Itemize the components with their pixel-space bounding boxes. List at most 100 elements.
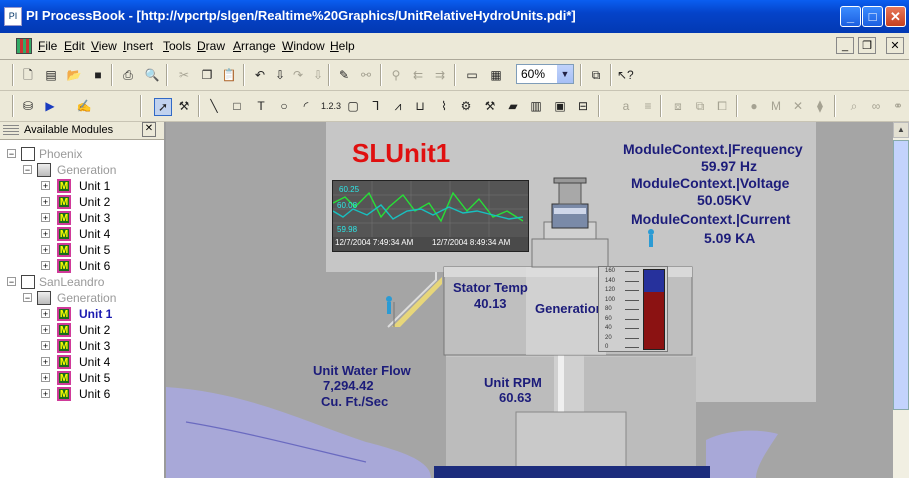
color-icon[interactable]: ●: [746, 98, 762, 114]
format-painter-icon[interactable]: ✎: [336, 67, 352, 83]
panel-close-button[interactable]: ✕: [142, 122, 156, 137]
grid-icon[interactable]: ▦: [488, 67, 504, 83]
tree-item-folder-generation[interactable]: − Generation: [0, 162, 164, 178]
tree-item-unit[interactable]: + M Unit 6: [0, 258, 164, 274]
hammer-icon[interactable]: ⚒: [176, 98, 192, 114]
flip-icon[interactable]: ✕: [790, 98, 806, 114]
link-icon[interactable]: ⚭: [890, 98, 906, 114]
tree-item-unit-selected[interactable]: + M Unit 1: [0, 306, 164, 322]
menu-file[interactable]: File: [38, 39, 57, 53]
print-preview-icon[interactable]: 🔍: [144, 67, 160, 83]
document-icon[interactable]: [16, 38, 32, 54]
print-icon[interactable]: ⎙: [120, 67, 136, 83]
rectangle-tool-icon[interactable]: □: [229, 98, 245, 114]
zoom-tool-icon[interactable]: ⌕: [846, 98, 862, 114]
rounded-rect-tool-icon[interactable]: ▢: [345, 98, 361, 114]
close-button[interactable]: ✕: [885, 6, 906, 27]
find-icon[interactable]: ⚯: [358, 67, 374, 83]
build-icon[interactable]: ⚲: [388, 67, 404, 83]
multistate-icon[interactable]: M: [768, 98, 784, 114]
ungroup-icon[interactable]: ⧉: [692, 98, 708, 114]
connect-icon[interactable]: ⇉: [432, 67, 448, 83]
frequency-trend[interactable]: 60.25 60.08 59.98 12/7/2004 7:49:34 AM 1…: [332, 180, 529, 252]
select-arrow-icon[interactable]: ➚: [154, 98, 172, 116]
tree-item-unit[interactable]: + M Unit 2: [0, 322, 164, 338]
gauge-tick-mark: [625, 309, 639, 310]
save-icon[interactable]: ■: [90, 67, 106, 83]
step-tool-icon[interactable]: ⊔: [412, 98, 428, 114]
binoculars-icon[interactable]: ∞: [868, 98, 884, 114]
menu-help[interactable]: Help: [330, 39, 355, 53]
copy-icon[interactable]: ❐: [199, 67, 215, 83]
tools-icon[interactable]: ⚒: [482, 98, 498, 114]
tree-item-unit[interactable]: + M Unit 6: [0, 386, 164, 402]
mdi-restore-button[interactable]: ❐: [858, 37, 876, 54]
tree-item-unit[interactable]: + M Unit 3: [0, 210, 164, 226]
table-tool-icon[interactable]: ▣: [552, 98, 568, 114]
vertical-scrollbar[interactable]: ▲: [893, 122, 909, 478]
menu-tools[interactable]: Tools: [163, 39, 191, 53]
help-pointer-icon[interactable]: ↖?: [617, 67, 634, 83]
connector-tool-icon[interactable]: ⅂: [368, 98, 384, 114]
drawing-toolbar: ⛁ ▶ ✍ ➚ ⚒ ╲ □ T ○ ◜ 1.2.3 ▢ ⅂ ⩘ ⊔ ⌇ ⚙ ⚒ …: [0, 91, 909, 122]
tree-item-unit[interactable]: + M Unit 4: [0, 226, 164, 242]
display-canvas[interactable]: 60.25 60.08 59.98 12/7/2004 7:49:34 AM 1…: [166, 122, 893, 478]
regroup-icon[interactable]: ⧠: [714, 98, 730, 114]
open-icon[interactable]: 📂: [66, 67, 82, 83]
run-icon[interactable]: ▶: [42, 98, 58, 114]
button-tool-icon[interactable]: ⊟: [575, 98, 591, 114]
tree-item-unit[interactable]: + M Unit 3: [0, 338, 164, 354]
tree-item-folder-generation[interactable]: − Generation: [0, 290, 164, 306]
symbol-library-icon[interactable]: ⚙: [458, 98, 474, 114]
redo-list-icon[interactable]: ⇩: [310, 67, 326, 83]
menu-arrange[interactable]: Arrange: [233, 39, 276, 53]
maximize-button[interactable]: □: [862, 6, 883, 27]
font-icon[interactable]: a: [618, 98, 634, 114]
undo-icon[interactable]: ↶: [252, 67, 268, 83]
scroll-thumb[interactable]: [893, 140, 909, 410]
menu-draw[interactable]: Draw: [197, 39, 225, 53]
tree-item-unit[interactable]: + M Unit 2: [0, 194, 164, 210]
arc-tool-icon[interactable]: ◜: [298, 98, 314, 114]
group-icon[interactable]: ⧈: [670, 98, 686, 114]
new-from-template-icon[interactable]: ▤: [43, 67, 59, 83]
ellipse-tool-icon[interactable]: ○: [276, 98, 292, 114]
new-icon[interactable]: 🗋: [20, 67, 36, 83]
paste-icon[interactable]: 📋: [221, 67, 237, 83]
menu-insert[interactable]: Insert: [123, 39, 153, 53]
tree-item-server-phoenix[interactable]: − Phoenix: [0, 146, 164, 162]
layout-icon[interactable]: ▭: [464, 67, 480, 83]
dataset-icon[interactable]: ⛁: [20, 98, 36, 114]
tree-item-unit[interactable]: + M Unit 5: [0, 242, 164, 258]
scroll-up-icon[interactable]: ▲: [893, 122, 909, 138]
edit-mode-icon[interactable]: ✍: [76, 98, 92, 114]
text-tool-icon[interactable]: T: [253, 98, 269, 114]
minimize-button[interactable]: _: [840, 6, 861, 27]
title-bar: PI PI ProcessBook - [http://vpcrtp/slgen…: [0, 0, 909, 33]
value-tool-icon[interactable]: 1.2.3: [321, 98, 341, 114]
menu-edit[interactable]: Edit: [64, 39, 85, 53]
cut-icon[interactable]: ✂: [176, 67, 192, 83]
chart-tool-icon[interactable]: ▰: [505, 98, 521, 114]
mdi-close-button[interactable]: ✕: [886, 37, 904, 54]
line-tool-icon[interactable]: ╲: [206, 98, 222, 114]
tree-item-unit[interactable]: + M Unit 1: [0, 178, 164, 194]
tree-item-unit[interactable]: + M Unit 5: [0, 370, 164, 386]
menu-window[interactable]: Window: [282, 39, 325, 53]
properties-icon[interactable]: ⧫: [812, 98, 828, 114]
menu-view[interactable]: View: [91, 39, 117, 53]
bar-tool-icon[interactable]: ▥: [528, 98, 544, 114]
tag-search-icon[interactable]: ⇇: [410, 67, 426, 83]
mdi-minimize-button[interactable]: _: [836, 37, 854, 54]
undo-list-icon[interactable]: ⇩: [272, 67, 288, 83]
zoom-select[interactable]: 60% ▼: [516, 64, 574, 84]
chevron-down-icon[interactable]: ▼: [557, 65, 573, 83]
align-icon[interactable]: ≡: [640, 98, 656, 114]
window-cascade-icon[interactable]: ⧉: [588, 67, 604, 83]
grip-icon[interactable]: [3, 125, 19, 135]
polyline-tool-icon[interactable]: ⩘: [390, 98, 406, 114]
tree-item-unit[interactable]: + M Unit 4: [0, 354, 164, 370]
trend-tool-icon[interactable]: ⌇: [436, 98, 452, 114]
redo-icon[interactable]: ↷: [290, 67, 306, 83]
tree-item-server-sanleandro[interactable]: − SanLeandro: [0, 274, 164, 290]
